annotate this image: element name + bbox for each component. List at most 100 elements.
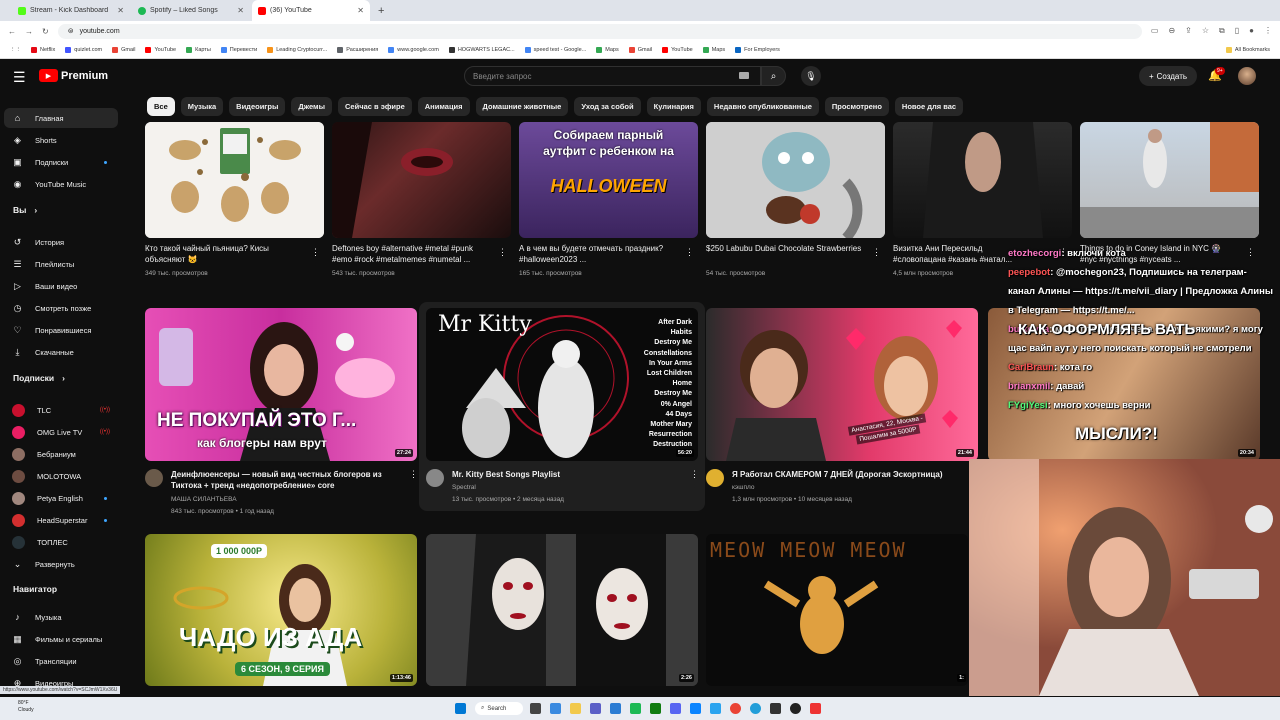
- filter-chip[interactable]: Домашние животные: [475, 97, 569, 116]
- sidebar-item[interactable]: ◈ Shorts: [4, 130, 118, 150]
- task-view-icon[interactable]: [530, 703, 541, 714]
- close-icon[interactable]: ✕: [237, 6, 244, 15]
- new-tab-button[interactable]: +: [372, 5, 390, 17]
- profile-icon[interactable]: ●: [1249, 26, 1254, 36]
- subscription-item[interactable]: OMG Live TV ((•)): [4, 422, 118, 442]
- edge-icon[interactable]: [550, 703, 561, 714]
- xbox-icon[interactable]: [650, 703, 661, 714]
- channel-name[interactable]: Spectral: [452, 482, 476, 494]
- short-thumbnail-1[interactable]: [145, 122, 324, 238]
- short-title[interactable]: Deftones boy #alternative #metal #punk #…: [332, 243, 492, 265]
- bookmark-item[interactable]: Maps: [702, 46, 725, 53]
- hamburger-menu-icon[interactable]: ☰: [13, 69, 26, 86]
- channel-avatar[interactable]: [145, 469, 163, 487]
- bookmark-item[interactable]: Перевести: [220, 46, 257, 53]
- bookmark-item[interactable]: Maps: [596, 46, 619, 53]
- bookmark-item[interactable]: Netflix: [31, 46, 55, 53]
- bookmark-item[interactable]: Gmail: [628, 46, 652, 53]
- star-icon[interactable]: ☆: [1202, 26, 1209, 36]
- app-icon[interactable]: [770, 703, 781, 714]
- bookmark-item[interactable]: Gmail: [112, 46, 135, 53]
- keyboard-icon[interactable]: [739, 72, 749, 79]
- close-icon[interactable]: ✕: [117, 6, 124, 15]
- channel-avatar[interactable]: [706, 469, 724, 487]
- short-title[interactable]: Кто такой чайный пьяница? Кисы объясняют…: [145, 243, 305, 265]
- short-thumbnail-2[interactable]: [332, 122, 511, 238]
- sidebar-icon[interactable]: ▯: [1235, 26, 1239, 36]
- subscription-item[interactable]: TLC ((•)): [4, 400, 118, 420]
- bookmark-item[interactable]: www.google.com: [388, 46, 439, 53]
- apps-icon[interactable]: ⋮⋮: [10, 47, 21, 53]
- bookmark-item[interactable]: quizlet.com: [65, 46, 102, 53]
- bookmark-item[interactable]: Leading Cryptocurr...: [267, 46, 327, 53]
- reload-icon[interactable]: ↻: [42, 27, 49, 36]
- sidebar-item[interactable]: ⌂ Главная: [4, 108, 118, 128]
- video-thumbnail-5[interactable]: 1 000 000Р ЧАДО ИЗ АДА 6 СЕЗОН, 9 СЕРИЯ …: [145, 534, 417, 686]
- video-thumbnail-2[interactable]: Mr Kitty After Dark Habits Destroy Me Co…: [426, 308, 698, 461]
- menu-icon[interactable]: ⋮: [1264, 26, 1272, 36]
- account-avatar[interactable]: [1238, 67, 1256, 85]
- channel-avatar[interactable]: [426, 469, 444, 487]
- short-thumbnail-5[interactable]: [893, 122, 1072, 238]
- short-thumbnail-4[interactable]: [706, 122, 885, 238]
- browser-tab-active[interactable]: (36) YouTube ✕: [252, 0, 370, 21]
- subscription-item[interactable]: HeadSuperstar: [4, 510, 118, 530]
- channel-name[interactable]: МАША СИЛАНТЬЕВА: [171, 494, 237, 506]
- obs-icon[interactable]: [790, 703, 801, 714]
- sidebar-item[interactable]: ☰ Плейлисты: [4, 254, 118, 274]
- filter-chip[interactable]: Видеоигры: [229, 97, 286, 116]
- start-icon[interactable]: [455, 703, 466, 714]
- bookmark-item[interactable]: YouTube: [145, 46, 176, 53]
- create-button[interactable]: + Создать: [1139, 66, 1197, 86]
- browser-tab[interactable]: Spotify – Liked Songs ✕: [132, 0, 250, 21]
- app-icon[interactable]: [690, 703, 701, 714]
- video-thumbnail-7[interactable]: MEOW MEOW MEOW 1:: [706, 534, 968, 686]
- video-title[interactable]: Я Работал СКАМЕРОМ 7 ДНЕЙ (Дорогая Эскор…: [732, 469, 972, 480]
- sidebar-item[interactable]: ⤓ Скачанные: [4, 342, 118, 362]
- browser-tab[interactable]: Stream - Kick Dashboard ✕: [12, 0, 130, 21]
- more-options-icon[interactable]: ⋮: [872, 247, 881, 258]
- share-icon[interactable]: ⇪: [1185, 26, 1192, 36]
- filter-chip[interactable]: Сейчас в эфире: [338, 97, 412, 116]
- weather-widget[interactable]: 80°F Cloudy: [18, 700, 34, 714]
- bookmark-item[interactable]: For Employers: [735, 46, 780, 53]
- subscription-item[interactable]: MOLOTOWA: [4, 466, 118, 486]
- discord-icon[interactable]: [670, 703, 681, 714]
- sidebar-item[interactable]: ▣ Подписки: [4, 152, 118, 172]
- store-icon[interactable]: [610, 703, 621, 714]
- video-thumbnail-1[interactable]: НЕ ПОКУПАЙ ЭТО Г... как блогеры нам врут…: [145, 308, 417, 461]
- bookmark-item[interactable]: YouTube: [662, 46, 693, 53]
- search-input[interactable]: Введите запрос: [464, 66, 761, 86]
- bookmark-item[interactable]: HOGWARTS LEGAC...: [448, 46, 515, 53]
- video-thumbnail-6[interactable]: 2:26: [426, 534, 698, 686]
- short-thumbnail-6[interactable]: [1080, 122, 1259, 238]
- you-section-heading[interactable]: Вы ›: [13, 205, 37, 215]
- video-thumbnail-3[interactable]: Анастасия, 22, Москва - Пошалим за 5000Р…: [706, 308, 978, 461]
- filter-chip[interactable]: Недавно опубликованные: [706, 97, 819, 116]
- sidebar-item[interactable]: ↺ История: [4, 232, 118, 252]
- short-title[interactable]: А в чем вы будете отмечать праздник? #ha…: [519, 243, 679, 265]
- short-title[interactable]: Визитка Ани Пересильд #словопацана #каза…: [893, 243, 1013, 265]
- extensions-icon[interactable]: ⧉: [1219, 26, 1225, 36]
- filter-chip[interactable]: Джемы: [291, 97, 333, 116]
- voice-search-button[interactable]: 🎙: [801, 66, 821, 86]
- close-icon[interactable]: ✕: [357, 6, 364, 15]
- forward-icon[interactable]: →: [25, 27, 33, 36]
- filter-chip[interactable]: Все: [147, 97, 175, 116]
- filter-chip[interactable]: Новое для вас: [894, 97, 964, 116]
- subscription-item[interactable]: Бебраниум: [4, 444, 118, 464]
- sidebar-item[interactable]: ▦ Фильмы и сериалы: [4, 629, 118, 649]
- filter-chip[interactable]: Уход за собой: [574, 97, 641, 116]
- back-icon[interactable]: ←: [8, 27, 16, 36]
- site-info-icon[interactable]: ⊜: [68, 27, 74, 35]
- spotify-icon[interactable]: [630, 703, 641, 714]
- sidebar-item[interactable]: ⌄ Развернуть: [4, 554, 118, 574]
- video-title[interactable]: Деинфлюенсеры — новый вид честных блогер…: [171, 469, 396, 491]
- search-button[interactable]: ⌕: [761, 66, 786, 86]
- youtube-logo[interactable]: ▶ Premium: [39, 69, 108, 82]
- filter-chip[interactable]: Кулинария: [646, 97, 701, 116]
- telegram-icon[interactable]: [750, 703, 761, 714]
- sidebar-item[interactable]: ♡ Понравившиеся: [4, 320, 118, 340]
- more-options-icon[interactable]: ⋮: [311, 247, 320, 258]
- sidebar-item[interactable]: ▷ Ваши видео: [4, 276, 118, 296]
